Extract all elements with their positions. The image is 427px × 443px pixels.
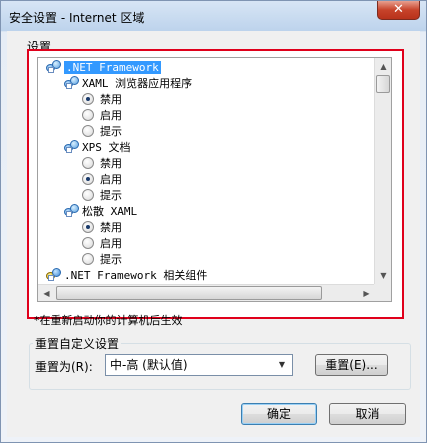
settings-category-icon [46,60,61,73]
settings-category-icon [64,76,79,89]
vertical-scrollbar[interactable]: ▲ ▼ [374,58,391,284]
radio-unchecked-icon[interactable] [82,125,94,137]
tree-radio-option[interactable]: 提示 [82,252,122,268]
tree-folder-label: 松散 XAML [82,205,138,218]
tree-radio-option[interactable]: 提示 [82,124,122,140]
tree-radio-label: 提示 [100,189,122,202]
tree-radio-label: 启用 [100,109,122,122]
scroll-left-arrow-icon[interactable]: ◀ [38,285,55,301]
radio-unchecked-icon[interactable] [82,157,94,169]
scroll-corner [374,284,391,301]
settings-highlight-frame: .NET Framework XAML 浏览器应用程序 禁用 启用 提示 XPS 文档 禁用… [27,49,404,319]
radio-unchecked-icon[interactable] [82,109,94,121]
scroll-right-arrow-icon[interactable]: ▶ [358,285,375,301]
tree-radio-label: 提示 [100,253,122,266]
chevron-down-icon[interactable]: ▼ [274,357,290,373]
tree-radio-option[interactable]: 提示 [82,188,122,204]
settings-category-icon [46,268,61,281]
tree-folder-item[interactable]: .NET Framework 相关组件 [46,268,207,284]
tree-folder-label: .NET Framework [64,61,161,74]
tree-radio-label: 启用 [100,237,122,250]
tree-radio-option[interactable]: 启用 [82,236,122,252]
horizontal-scroll-thumb[interactable] [56,286,322,300]
radio-checked-icon[interactable] [82,173,94,185]
radio-unchecked-icon[interactable] [82,189,94,201]
tree-radio-label: 提示 [100,125,122,138]
vertical-scroll-thumb[interactable] [376,75,390,93]
security-settings-window: 安全设置 - Internet 区域 ✕ 设置 .NET Framework XA… [0,0,427,443]
tree-radio-option[interactable]: 禁用 [82,156,122,172]
horizontal-scrollbar[interactable]: ◀ ▶ [38,284,375,301]
close-icon: ✕ [393,2,404,17]
ok-button[interactable]: 确定 [241,403,317,425]
settings-category-icon [64,204,79,217]
scroll-down-arrow-icon[interactable]: ▼ [375,267,391,284]
tree-folder-item[interactable]: 松散 XAML [64,204,137,220]
title-bar[interactable]: 安全设置 - Internet 区域 ✕ [1,1,426,31]
tree-folder-item[interactable]: .NET Framework [46,60,161,76]
settings-category-icon [64,140,79,153]
tree-radio-label: 禁用 [100,93,122,106]
reset-level-value: 中-高 (默认值) [110,358,188,372]
tree-radio-option[interactable]: 禁用 [82,220,122,236]
restart-note: *在重新启动你的计算机后生效 [34,314,183,327]
tree-folder-label: XAML 浏览器应用程序 [82,77,193,90]
cancel-button[interactable]: 取消 [329,403,406,425]
scroll-up-arrow-icon[interactable]: ▲ [375,58,391,75]
close-button[interactable]: ✕ [377,1,420,20]
radio-checked-icon[interactable] [82,221,94,233]
tree-radio-option[interactable]: 启用 [82,108,122,124]
settings-tree-content: .NET Framework XAML 浏览器应用程序 禁用 启用 提示 XPS 文档 禁用… [38,58,375,284]
tree-folder-item[interactable]: XAML 浏览器应用程序 [64,76,192,92]
radio-unchecked-icon[interactable] [82,253,94,265]
tree-folder-label: XPS 文档 [82,141,131,154]
window-title: 安全设置 - Internet 区域 [9,11,145,25]
tree-radio-label: 启用 [100,173,122,186]
radio-checked-icon[interactable] [82,93,94,105]
reset-to-label: 重置为(R): [35,360,93,374]
tree-folder-label: .NET Framework 相关组件 [64,269,208,282]
reset-button[interactable]: 重置(E)... [315,354,388,376]
tree-radio-label: 禁用 [100,221,122,234]
tree-radio-option[interactable]: 启用 [82,172,122,188]
radio-unchecked-icon[interactable] [82,237,94,249]
tree-radio-option[interactable]: 禁用 [82,92,122,108]
tree-radio-label: 禁用 [100,157,122,170]
tree-folder-item[interactable]: XPS 文档 [64,140,131,156]
reset-level-select[interactable]: 中-高 (默认值) ▼ [105,354,293,376]
reset-group-label: 重置自定义设置 [33,335,122,352]
settings-tree[interactable]: .NET Framework XAML 浏览器应用程序 禁用 启用 提示 XPS 文档 禁用… [37,57,392,302]
